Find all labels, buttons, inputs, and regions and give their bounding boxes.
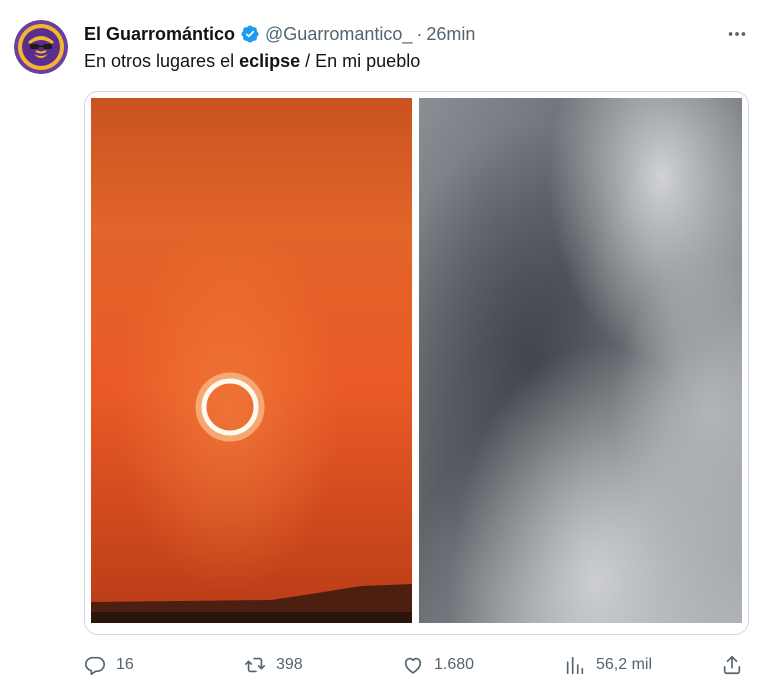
more-options-button[interactable] — [722, 22, 752, 46]
reply-button[interactable]: 16 — [84, 650, 134, 680]
reply-count: 16 — [116, 656, 134, 673]
verified-badge-icon — [240, 24, 260, 44]
retweet-icon — [245, 657, 265, 673]
separator-dot: · — [416, 23, 423, 44]
views-count: 56,2 mil — [596, 656, 653, 673]
author-handle[interactable]: @Guarromantico_ — [265, 24, 412, 45]
tweet-text-bold: eclipse — [239, 51, 301, 71]
heart-icon — [404, 657, 422, 674]
tweet-text: En otros lugares el eclipse / En mi pueb… — [84, 51, 420, 72]
avatar[interactable] — [14, 20, 68, 74]
eclipse-photo[interactable] — [91, 98, 412, 623]
retweet-button[interactable]: 398 — [244, 650, 303, 680]
tweet-header: El Guarromántico @Guarromantico_ · 26min — [84, 22, 475, 46]
author-name[interactable]: El Guarromántico — [84, 24, 235, 45]
retweet-count: 398 — [276, 656, 303, 673]
reply-icon — [85, 656, 105, 675]
like-button[interactable]: 1.680 — [402, 650, 474, 680]
more-options-icon — [728, 32, 746, 36]
like-count: 1.680 — [434, 656, 475, 673]
tweet-text-part1: En otros lugares el — [84, 51, 240, 71]
action-bar: 16 398 1.680 56,2 mil — [84, 650, 754, 680]
views-button[interactable]: 56,2 mil — [564, 650, 652, 680]
tweet-time[interactable]: 26min — [426, 24, 475, 45]
share-button[interactable] — [721, 650, 743, 680]
avatar-image — [14, 20, 68, 74]
tweet: El Guarromántico @Guarromantico_ · 26min… — [0, 0, 768, 683]
views-chart-icon — [566, 656, 584, 675]
cloudy-sky-photo[interactable] — [419, 98, 742, 623]
share-icon — [723, 655, 741, 675]
tweet-media[interactable] — [84, 91, 749, 635]
tweet-text-part2: / En mi pueblo — [300, 51, 421, 71]
